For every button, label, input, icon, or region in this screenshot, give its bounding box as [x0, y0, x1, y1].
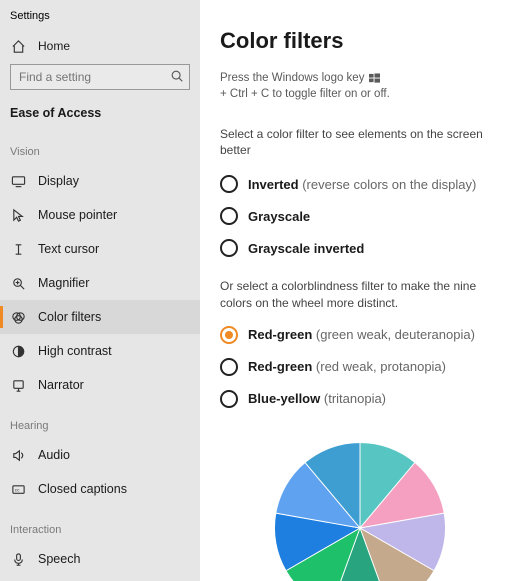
radio-protanopia[interactable]: Red-green (red weak, protanopia) — [220, 351, 500, 383]
high-contrast-icon — [10, 343, 26, 359]
select-prompt: Select a color filter to see elements on… — [220, 126, 500, 158]
sidebar-item-label: Display — [38, 174, 79, 188]
radio-label: Blue-yellow (tritanopia) — [248, 391, 386, 406]
sidebar-item-magnifier[interactable]: Magnifier — [0, 266, 200, 300]
speech-icon — [10, 551, 26, 567]
radio-label: Red-green (red weak, protanopia) — [248, 359, 446, 374]
sidebar-item-keyboard[interactable]: Keyboard — [0, 576, 200, 581]
or-prompt: Or select a colorblindness filter to mak… — [220, 278, 500, 310]
radio-grayscale[interactable]: Grayscale — [220, 200, 500, 232]
sidebar-item-label: Mouse pointer — [38, 208, 117, 222]
radio-label: Grayscale inverted — [248, 241, 364, 256]
radio-grayscale-inverted[interactable]: Grayscale inverted — [220, 232, 500, 264]
group-interaction: Interaction — [0, 506, 200, 542]
radio-deuteranopia[interactable]: Red-green (green weak, deuteranopia) — [220, 319, 500, 351]
helper-post: + Ctrl + C to toggle filter on or off. — [220, 88, 390, 100]
sidebar-item-audio[interactable]: Audio — [0, 438, 200, 472]
main-pane: Color filters Press the Windows logo key… — [200, 0, 520, 581]
search-wrap — [10, 64, 190, 90]
search-input[interactable] — [10, 64, 190, 90]
sidebar-item-color-filters[interactable]: Color filters — [0, 300, 200, 334]
sidebar-item-mouse-pointer[interactable]: Mouse pointer — [0, 198, 200, 232]
color-filters-icon — [10, 309, 26, 325]
group-vision: Vision — [0, 128, 200, 164]
sidebar-item-display[interactable]: Display — [0, 164, 200, 198]
sidebar-item-label: Color filters — [38, 310, 101, 324]
radio-icon — [220, 175, 238, 193]
radio-label: Red-green (green weak, deuteranopia) — [248, 327, 475, 342]
narrator-icon — [10, 377, 26, 393]
radio-inverted[interactable]: Inverted (reverse colors on the display) — [220, 168, 500, 200]
audio-icon — [10, 447, 26, 463]
display-icon — [10, 173, 26, 189]
radio-icon — [220, 390, 238, 408]
search-icon — [170, 69, 184, 83]
radio-icon — [220, 358, 238, 376]
home-label: Home — [38, 39, 70, 53]
text-cursor-icon — [10, 241, 26, 257]
sidebar: Settings Home Ease of Access Vision Disp… — [0, 0, 200, 581]
magnifier-icon — [10, 275, 26, 291]
svg-text:cc: cc — [14, 487, 19, 492]
radio-label: Inverted (reverse colors on the display) — [248, 177, 476, 192]
app-title: Settings — [0, 6, 200, 32]
radio-icon — [220, 326, 238, 344]
windows-key-icon — [368, 72, 380, 84]
radio-icon — [220, 207, 238, 225]
sidebar-item-label: High contrast — [38, 344, 112, 358]
mouse-pointer-icon — [10, 207, 26, 223]
shortcut-hint: Press the Windows logo key + Ctrl + C to… — [220, 72, 500, 100]
page-title: Color filters — [220, 28, 500, 54]
sidebar-item-label: Narrator — [38, 378, 84, 392]
sidebar-item-label: Magnifier — [38, 276, 89, 290]
home-nav[interactable]: Home — [0, 32, 200, 60]
sidebar-item-closed-captions[interactable]: cc Closed captions — [0, 472, 200, 506]
radio-icon — [220, 239, 238, 257]
sidebar-item-label: Closed captions — [38, 482, 127, 496]
sidebar-item-label: Audio — [38, 448, 70, 462]
color-wheel-chart — [265, 433, 455, 581]
home-icon — [10, 38, 26, 54]
radio-tritanopia[interactable]: Blue-yellow (tritanopia) — [220, 383, 500, 415]
helper-pre: Press the Windows logo key — [220, 72, 364, 84]
sidebar-item-narrator[interactable]: Narrator — [0, 368, 200, 402]
section-title: Ease of Access — [0, 102, 200, 128]
sidebar-item-high-contrast[interactable]: High contrast — [0, 334, 200, 368]
radio-label: Grayscale — [248, 209, 310, 224]
color-wheel — [220, 433, 500, 581]
sidebar-item-label: Text cursor — [38, 242, 99, 256]
group-hearing: Hearing — [0, 402, 200, 438]
sidebar-item-text-cursor[interactable]: Text cursor — [0, 232, 200, 266]
sidebar-item-speech[interactable]: Speech — [0, 542, 200, 576]
closed-captions-icon: cc — [10, 481, 26, 497]
sidebar-item-label: Speech — [38, 552, 80, 566]
